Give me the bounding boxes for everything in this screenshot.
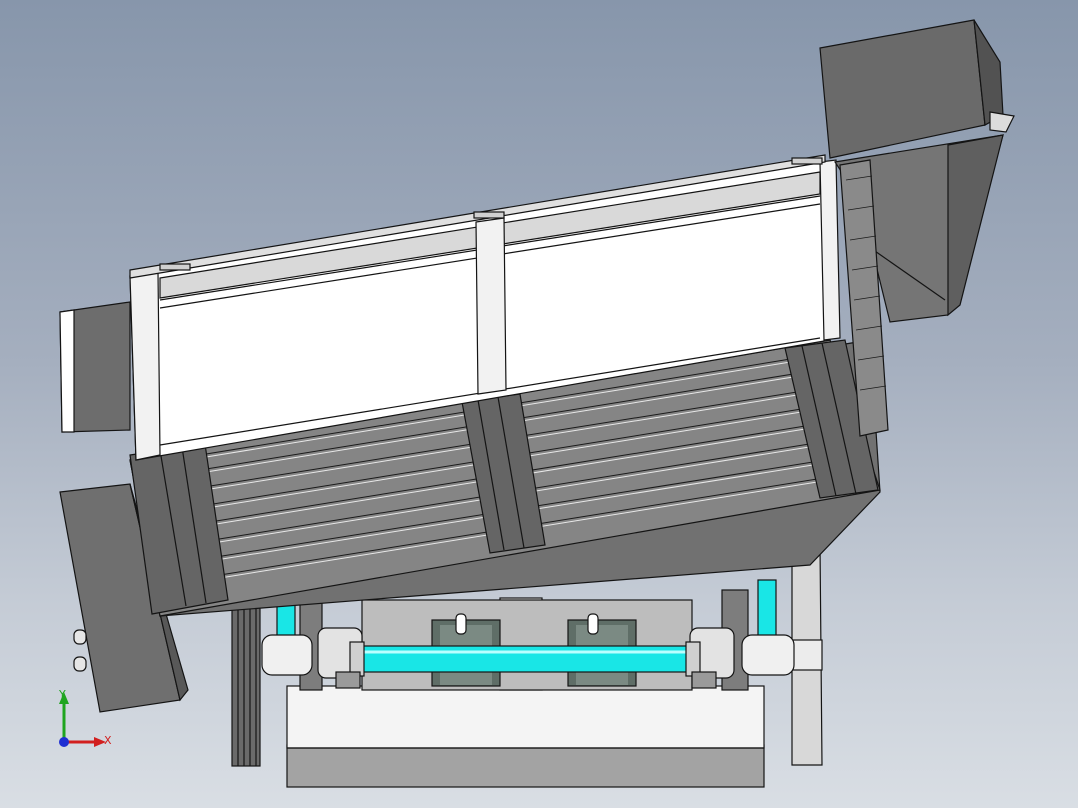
x-axis-label: X — [104, 734, 112, 747]
machine-model — [59, 19, 1015, 788]
coordinate-triad: Y X — [50, 686, 120, 756]
y-axis-label: Y — [58, 688, 66, 701]
z-axis-dot — [59, 737, 69, 747]
drum-body — [129, 154, 881, 617]
inner-frame — [361, 599, 693, 691]
main-shaft — [361, 645, 691, 673]
base-slab-lower — [286, 744, 765, 788]
left-pulley-stack — [231, 599, 261, 767]
base-slab-upper — [286, 685, 765, 749]
cad-viewport[interactable]: Y X — [0, 0, 1078, 808]
hopper-top-box — [819, 19, 986, 159]
triad-axes: Y X — [58, 688, 112, 747]
